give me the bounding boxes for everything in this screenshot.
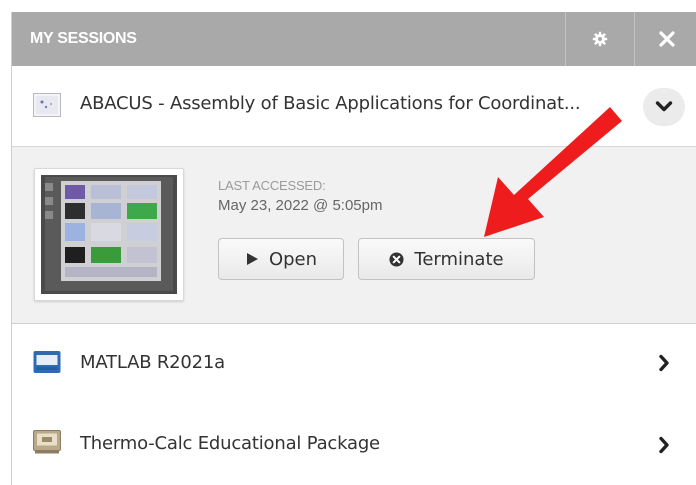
gear-icon xyxy=(592,31,608,47)
expand-button[interactable] xyxy=(654,435,674,455)
collapse-button[interactable] xyxy=(643,88,685,126)
session-name: MATLAB R2021a xyxy=(80,352,226,373)
settings-button[interactable] xyxy=(565,12,634,66)
monitor-icon xyxy=(33,351,61,373)
session-item-matlab[interactable]: MATLAB R2021a xyxy=(12,323,696,406)
last-accessed-value: May 23, 2022 @ 5:05pm xyxy=(218,197,383,214)
chevron-down-icon xyxy=(655,101,673,112)
panel-title: MY SESSIONS xyxy=(30,30,137,47)
session-screenshot-thumbnail[interactable] xyxy=(34,168,184,301)
session-details: LAST ACCESSED: May 23, 2022 @ 5:05pm Ope… xyxy=(12,147,696,323)
terminate-button-label: Terminate xyxy=(414,248,504,270)
session-name: Thermo-Calc Educational Package xyxy=(80,433,380,454)
close-button[interactable] xyxy=(634,12,696,66)
panel-header: MY SESSIONS xyxy=(12,12,696,66)
close-icon xyxy=(658,31,675,47)
computer-icon xyxy=(33,430,61,454)
open-button-label: Open xyxy=(268,248,318,270)
play-icon xyxy=(246,253,258,265)
chevron-right-icon xyxy=(659,354,669,372)
expand-button[interactable] xyxy=(654,353,674,373)
sessions-panel: MY SESSIONS ABACUS - Assembly of Basic A… xyxy=(11,12,696,485)
session-item-abacus[interactable]: ABACUS - Assembly of Basic Applications … xyxy=(12,66,696,147)
desktop-preview-image xyxy=(41,175,177,294)
session-item-thermo-calc[interactable]: Thermo-Calc Educational Package xyxy=(12,405,696,485)
session-name: ABACUS - Assembly of Basic Applications … xyxy=(80,93,581,114)
app-thumbnail-icon xyxy=(33,93,61,117)
terminate-button[interactable]: Terminate xyxy=(358,238,535,280)
last-accessed-label: LAST ACCESSED: xyxy=(218,178,326,193)
close-circle-icon xyxy=(389,251,404,267)
open-button[interactable]: Open xyxy=(218,238,344,280)
chevron-right-icon xyxy=(659,436,669,454)
